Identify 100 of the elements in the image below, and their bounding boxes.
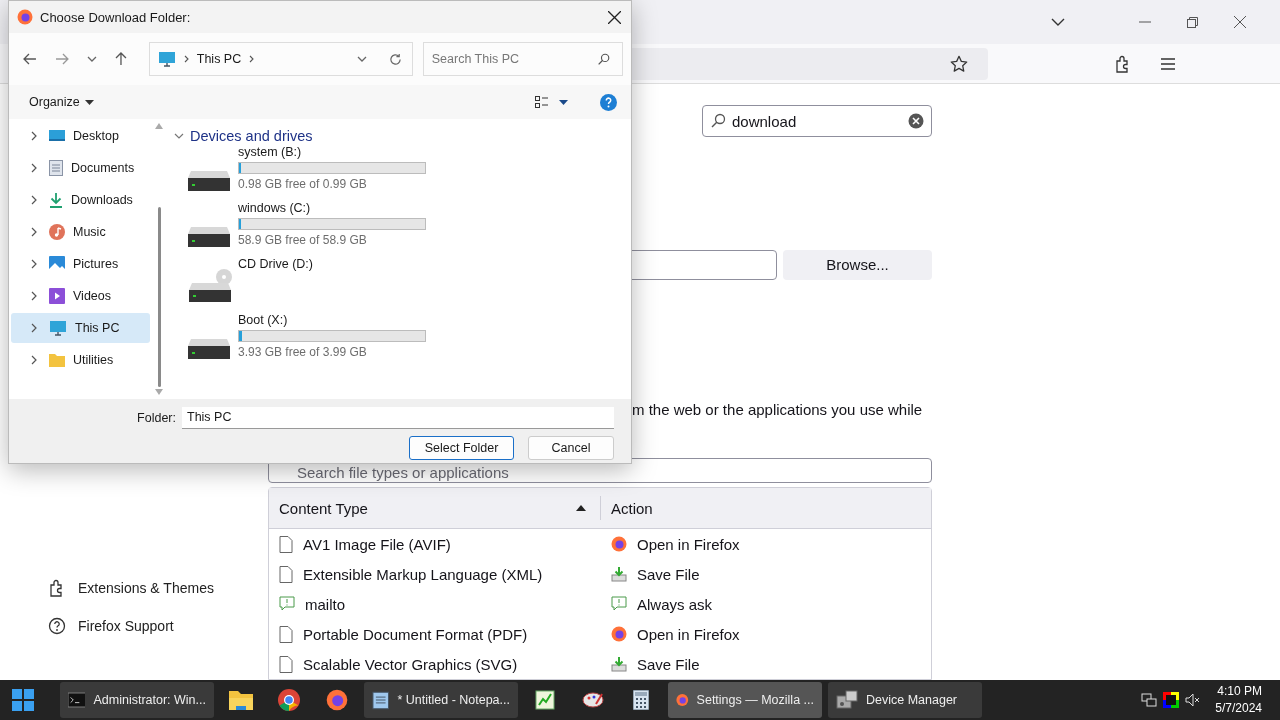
free-space-text: 58.9 GB free of 58.9 GB (238, 233, 368, 247)
table-cell: Scalable Vector Graphics (SVG) (269, 649, 601, 679)
taskbar-button[interactable]: Device Manager (828, 682, 982, 718)
chevron-right-icon[interactable] (31, 227, 37, 237)
clock[interactable]: 4:10 PM 5/7/2024 (1215, 683, 1262, 717)
firefox-icon (611, 536, 627, 552)
chevron-right-icon[interactable] (31, 195, 37, 205)
file-icon (279, 655, 293, 673)
table-cell: Save File (601, 649, 700, 679)
video-icon (49, 288, 65, 304)
device-icon (836, 690, 858, 710)
free-space-text: 0.98 GB free of 0.99 GB (238, 177, 368, 191)
view-icon[interactable] (535, 96, 549, 108)
download-icon (49, 192, 63, 208)
column-header[interactable]: Action (601, 488, 663, 528)
chevron-right-icon[interactable] (31, 323, 37, 333)
folder-icon (49, 353, 65, 367)
document-icon (49, 160, 63, 176)
chevron-down-icon[interactable] (356, 56, 367, 62)
organize-button[interactable]: Organize (25, 95, 98, 109)
table-cell: mailto (269, 589, 601, 619)
forward-icon[interactable] (54, 53, 69, 65)
search-field[interactable]: Search This PC (422, 42, 623, 76)
navigation-item[interactable]: Music (11, 217, 150, 247)
chevron-right-icon[interactable] (183, 55, 189, 63)
taskbar-button[interactable]: * Untitled - Notepa... (364, 682, 518, 718)
file-icon (279, 535, 293, 553)
chevron-right-icon[interactable] (249, 55, 255, 63)
dialog-title: Choose Download Folder: (40, 9, 192, 25)
drive-name: system (B:) (238, 145, 303, 159)
table-cell: AV1 Image File (AVIF) (269, 529, 601, 559)
file-icon (279, 565, 293, 583)
firefox-icon (611, 626, 627, 642)
sidebar-item[interactable]: Firefox Support (48, 611, 228, 641)
navigation-item[interactable]: Desktop (11, 121, 150, 151)
close-icon[interactable] (608, 10, 621, 24)
table-cell: Open in Firefox (601, 619, 740, 649)
firefox-icon (17, 9, 33, 25)
cancel-button[interactable]: Cancel (528, 436, 614, 460)
column-header[interactable]: Content Type (269, 496, 601, 520)
address-bar[interactable]: This PC (148, 42, 413, 76)
drive-item[interactable]: windows (C:) 58.9 GB free of 58.9 GB (188, 201, 438, 257)
tab-list-icon[interactable] (1051, 17, 1065, 27)
chevron-right-icon[interactable] (31, 163, 37, 173)
color-icon[interactable] (1163, 692, 1180, 708)
star-icon[interactable] (950, 54, 968, 73)
navigation-item[interactable]: Videos (11, 281, 150, 311)
drive-item[interactable]: Boot (X:) 3.93 GB free of 3.99 GB (188, 313, 438, 369)
folder-icon (229, 690, 253, 710)
menu-icon[interactable] (1160, 56, 1176, 71)
chrome-icon (278, 689, 300, 711)
picture-icon (49, 256, 65, 272)
search-icon (710, 113, 726, 129)
table-cell: Portable Document Format (PDF) (269, 619, 601, 649)
start-icon[interactable] (12, 689, 34, 711)
chevron-right-icon[interactable] (31, 355, 37, 365)
calculator-icon (633, 690, 649, 710)
drive-name: CD Drive (D:) (238, 257, 313, 271)
terminal-icon (68, 692, 86, 708)
group-header[interactable]: Devices and drives (174, 127, 324, 145)
chevron-right-icon[interactable] (31, 131, 37, 141)
chevron-down-icon[interactable] (86, 56, 97, 62)
drive-item[interactable]: system (B:) 0.98 GB free of 0.99 GB (188, 145, 438, 201)
drive-icon (188, 227, 230, 247)
chevron-right-icon[interactable] (31, 259, 37, 269)
navigation-item[interactable]: Downloads (11, 185, 150, 215)
search-field[interactable]: download (702, 105, 932, 137)
select-folder-button[interactable]: Select Folder (409, 436, 514, 460)
chevron-down-icon (174, 133, 184, 139)
chevron-right-icon[interactable] (31, 291, 37, 301)
navigation-item[interactable]: Utilities (11, 345, 150, 375)
clear-icon[interactable] (908, 113, 924, 129)
help-icon[interactable] (600, 93, 617, 111)
restore-icon[interactable] (1187, 16, 1198, 28)
taskbar-button[interactable]: Settings — Mozilla ... (668, 682, 822, 718)
speaker-muted-icon[interactable] (1185, 693, 1202, 707)
network-icon[interactable] (1141, 693, 1158, 707)
sort-icon (576, 505, 586, 511)
taskbar-button[interactable]: Administrator: Win... (60, 682, 214, 718)
table-cell: Open in Firefox (601, 529, 740, 559)
folder-field[interactable]: This PC (182, 407, 614, 429)
drive-name: Boot (X:) (238, 313, 289, 327)
navigation-item[interactable]: Documents (11, 153, 150, 183)
desktop-icon (49, 129, 65, 143)
monitor-icon (157, 51, 176, 67)
firefox-icon (326, 689, 348, 711)
sidebar-item[interactable]: Extensions & Themes (48, 573, 228, 603)
navigation-item[interactable]: Pictures (11, 249, 150, 279)
description-text: m the web or the applications you use while (632, 400, 923, 419)
caret-icon[interactable] (559, 99, 568, 105)
close-icon[interactable] (1234, 16, 1246, 28)
refresh-icon[interactable] (388, 52, 402, 66)
up-icon[interactable] (114, 52, 127, 66)
drive-item[interactable]: CD Drive (D:) (188, 257, 438, 313)
monitor-icon (49, 320, 67, 336)
back-icon[interactable] (23, 53, 37, 65)
caret-icon (84, 99, 94, 105)
search-icon (597, 52, 610, 66)
navigation-item[interactable]: This PC (11, 313, 150, 343)
browse-button[interactable]: Browse... (783, 250, 932, 280)
